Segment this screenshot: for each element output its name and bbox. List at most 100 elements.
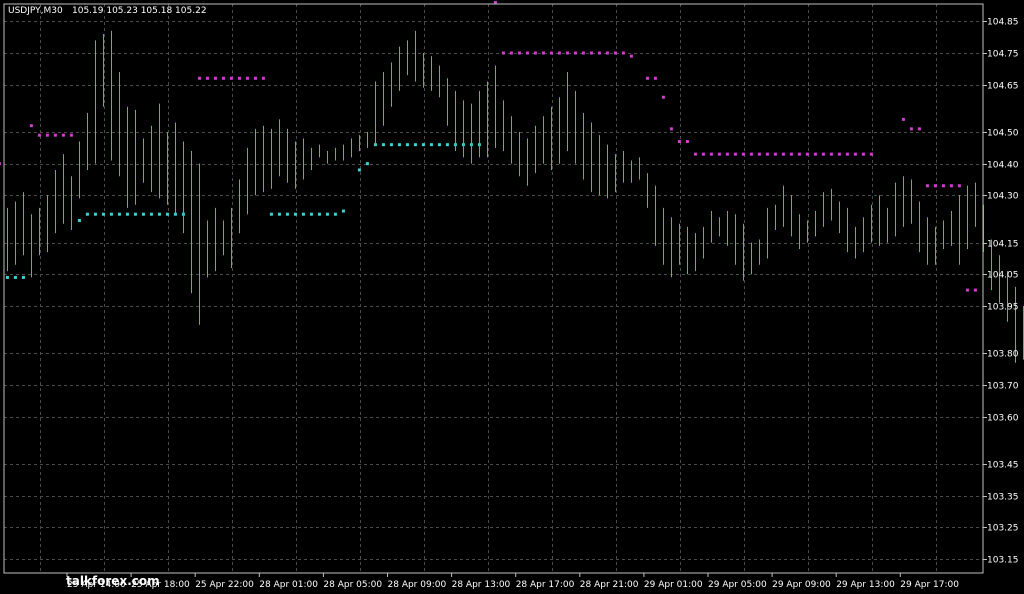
fractal-up-dot	[925, 184, 929, 188]
time-tick-label: 29 Apr 17:00	[900, 580, 959, 590]
fractal-up-dot	[229, 76, 233, 80]
time-tick-label: 25 Apr 22:00	[195, 580, 254, 590]
price-tick-label: 104.50	[987, 129, 1019, 139]
fractal-down-dot	[101, 212, 105, 216]
price-tick-label: 104.05	[987, 271, 1019, 281]
fractal-up-dot	[661, 95, 665, 99]
fractal-up-dot	[973, 288, 977, 292]
fractal-down-dot	[341, 209, 345, 213]
fractal-up-dot	[61, 133, 65, 137]
price-tick-label: 103.15	[987, 556, 1019, 566]
fractal-down-dot	[93, 212, 97, 216]
price-tick-label: 103.25	[987, 524, 1019, 534]
time-tick-label: 29 Apr 13:00	[836, 580, 895, 590]
chart: 104.85 104.75 104.65 104.50 104.40 104.30 104.…	[0, 0, 1024, 594]
fractal-down-dot	[429, 143, 433, 147]
fractal-up-dot	[261, 76, 265, 80]
price-tick-label: 103.45	[987, 461, 1019, 471]
fractal-down-dot	[437, 143, 441, 147]
fractal-down-dot	[333, 212, 337, 216]
fractal-down-dot	[109, 212, 113, 216]
fractal-up-dot	[197, 76, 201, 80]
fractal-up-dot	[773, 152, 777, 156]
fractal-up-dot	[549, 51, 553, 55]
fractal-up-dot	[765, 152, 769, 156]
fractal-up-dot	[69, 133, 73, 137]
fractal-up-dot	[677, 140, 681, 144]
fractal-up-dot	[245, 76, 249, 80]
fractal-up-dot	[821, 152, 825, 156]
fractal-up-dot	[501, 51, 505, 55]
fractal-up-dot	[669, 127, 673, 131]
fractal-up-dot	[941, 184, 945, 188]
fractal-down-dot	[277, 212, 281, 216]
fractal-up-dot	[933, 184, 937, 188]
fractal-up-dot	[565, 51, 569, 55]
fractal-up-dot	[581, 51, 585, 55]
fractal-up-dot	[237, 76, 241, 80]
fractal-up-dot	[29, 124, 33, 128]
fractal-down-dot	[389, 143, 393, 147]
fractal-down-dot	[309, 212, 313, 216]
fractal-up-dot	[645, 76, 649, 80]
time-tick-label: 28 Apr 21:00	[580, 580, 639, 590]
fractal-down-dot	[413, 143, 417, 147]
fractal-up-dot	[605, 51, 609, 55]
fractal-down-dot	[85, 212, 89, 216]
fractal-up-dot	[901, 117, 905, 121]
fractal-down-dot	[397, 143, 401, 147]
fractal-down-dot	[157, 212, 161, 216]
fractal-up-dot	[53, 133, 57, 137]
time-tick-label: 29 Apr 01:00	[644, 580, 703, 590]
time-tick-label: 28 Apr 13:00	[452, 580, 511, 590]
fractal-up-dot	[781, 152, 785, 156]
fractal-up-dot	[221, 76, 225, 80]
chart-quote: 105.19 105.23 105.18 105.22	[72, 6, 207, 16]
watermark: talkforex.com	[66, 574, 160, 588]
fractal-up-dot	[533, 51, 537, 55]
fractal-up-dot	[725, 152, 729, 156]
fractal-down-dot	[5, 275, 9, 279]
fractal-up-dot	[597, 51, 601, 55]
fractal-down-dot	[357, 168, 361, 172]
fractal-down-dot	[445, 143, 449, 147]
fractal-down-dot	[117, 212, 121, 216]
time-tick-label: 28 Apr 05:00	[323, 580, 382, 590]
price-tick-label: 103.35	[987, 493, 1019, 503]
price-tick-label: 103.70	[987, 382, 1019, 392]
fractal-up-dot	[837, 152, 841, 156]
fractal-up-dot	[949, 184, 953, 188]
time-tick-label: 29 Apr 05:00	[708, 580, 767, 590]
fractal-up-dot	[965, 288, 969, 292]
fractal-down-dot	[301, 212, 305, 216]
fractal-down-dot	[125, 212, 129, 216]
fractal-up-dot	[717, 152, 721, 156]
fractal-up-dot	[829, 152, 833, 156]
fractal-up-dot	[37, 133, 41, 137]
fractal-down-dot	[13, 275, 17, 279]
fractal-down-dot	[285, 212, 289, 216]
fractal-up-dot	[589, 51, 593, 55]
fractal-up-dot	[861, 152, 865, 156]
fractal-up-dot	[813, 152, 817, 156]
fractal-up-dot	[525, 51, 529, 55]
price-tick-label: 104.85	[987, 18, 1019, 28]
price-tick-label: 104.15	[987, 240, 1019, 250]
fractal-up-dot	[797, 152, 801, 156]
fractal-down-dot	[149, 212, 153, 216]
fractal-down-dot	[21, 275, 25, 279]
price-tick-label: 104.65	[987, 82, 1019, 92]
fractal-up-dot	[205, 76, 209, 80]
fractal-up-dot	[557, 51, 561, 55]
fractal-up-dot	[845, 152, 849, 156]
time-tick-label: 29 Apr 09:00	[772, 580, 831, 590]
fractal-down-dot	[269, 212, 273, 216]
fractal-up-dot	[741, 152, 745, 156]
price-tick-label: 104.30	[987, 192, 1019, 202]
fractal-down-dot	[293, 212, 297, 216]
fractal-up-dot	[693, 152, 697, 156]
fractal-down-dot	[141, 212, 145, 216]
price-tick-label: 103.95	[987, 303, 1019, 313]
fractal-up-dot	[733, 152, 737, 156]
fractal-up-dot	[253, 76, 257, 80]
